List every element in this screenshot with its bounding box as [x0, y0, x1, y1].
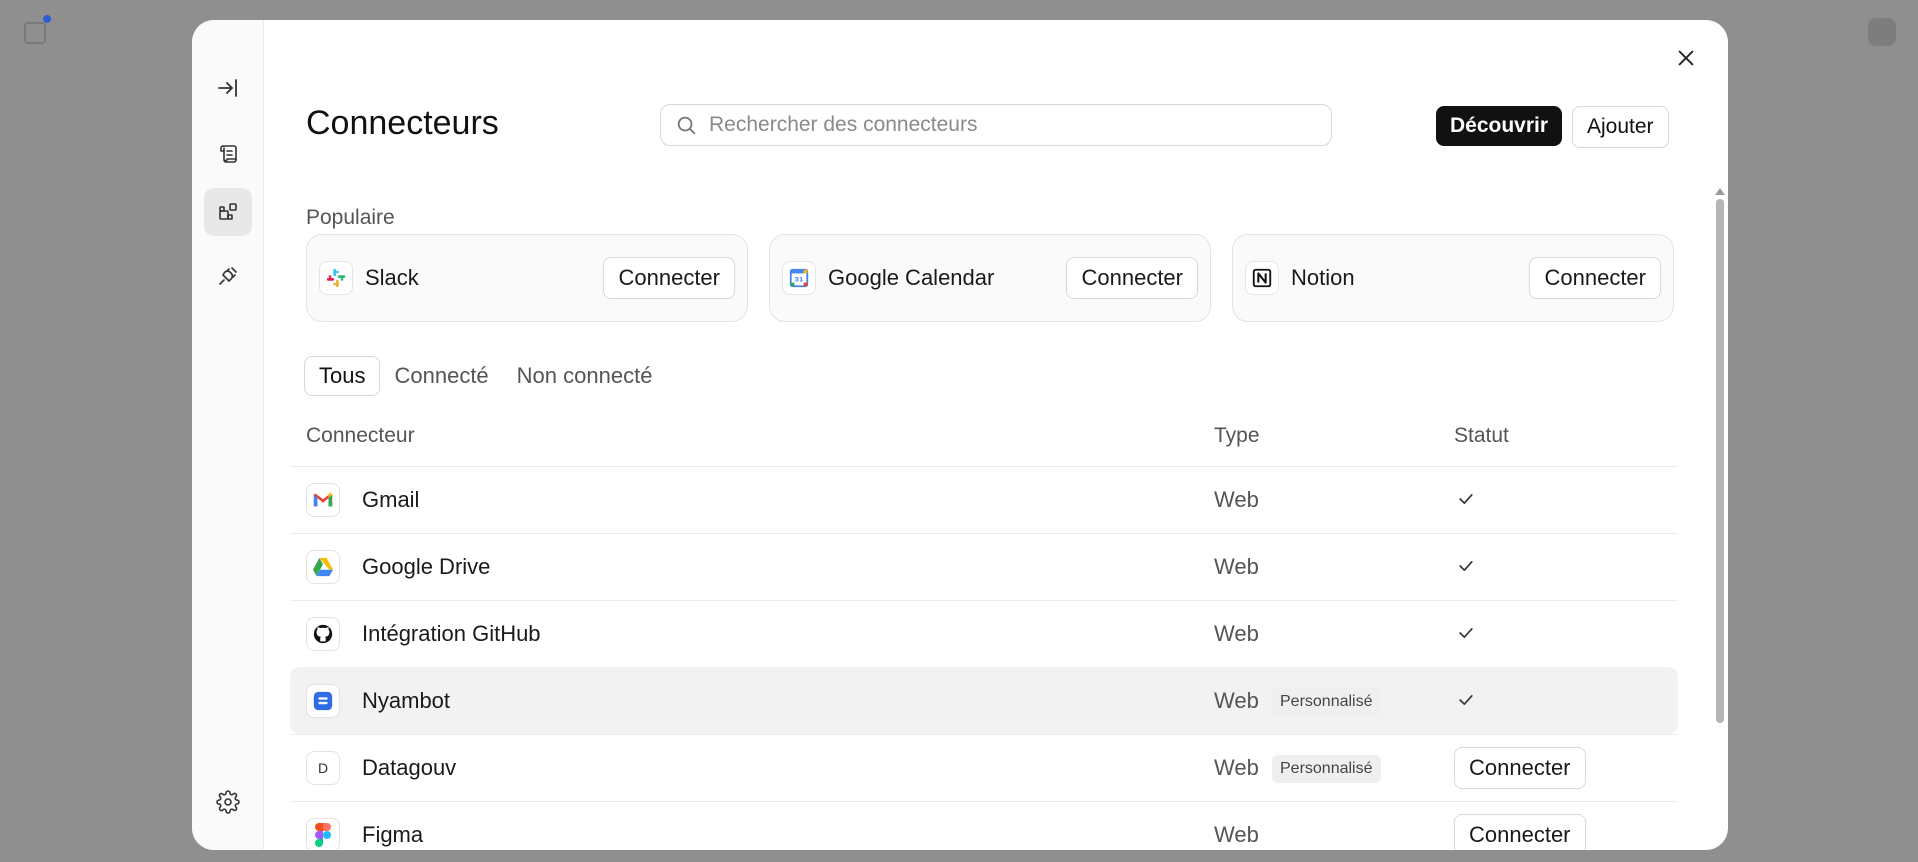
scroll-icon — [220, 145, 237, 163]
background-sidebar-icon — [24, 15, 51, 44]
popular-card-name: Google Calendar — [828, 265, 995, 290]
arrow-right-to-line-icon — [218, 79, 237, 97]
popular-card-notion: Notion Connecter — [1232, 234, 1674, 322]
close-button[interactable] — [1670, 42, 1702, 74]
connect-slack-button[interactable]: Connecter — [603, 257, 735, 299]
notification-dot — [43, 15, 51, 23]
table-row-nyambot[interactable]: Nyambot Web Personnalisé — [290, 667, 1678, 734]
connector-name: Gmail — [362, 487, 420, 512]
blocks-icon — [219, 203, 237, 220]
background-avatar — [1868, 18, 1896, 46]
connector-type: Web — [1214, 822, 1259, 847]
connector-type: Web — [1214, 755, 1259, 780]
gear-icon — [216, 790, 240, 814]
filter-tabs: Tous Connecté Non connecté — [304, 356, 666, 396]
dialog-content: Connecteurs Découvrir Ajouter Populaire … — [264, 20, 1728, 850]
column-header-status: Statut — [1454, 424, 1509, 447]
github-logo-icon — [306, 617, 340, 651]
connector-type: Web — [1214, 554, 1259, 579]
connector-name: Nyambot — [362, 688, 451, 713]
connector-name: Google Drive — [362, 554, 491, 579]
connectors-nav-button[interactable] — [204, 188, 252, 236]
add-button[interactable]: Ajouter — [1572, 106, 1669, 148]
connect-figma-button[interactable]: Connecter — [1454, 814, 1586, 850]
google-calendar-logo-icon: 31 — [782, 261, 816, 295]
google-drive-logo-icon — [306, 550, 340, 584]
popular-card-slack: Slack Connecter — [306, 234, 748, 322]
settings-button[interactable] — [204, 778, 252, 826]
connector-name: Figma — [362, 822, 424, 847]
popular-card-name: Notion — [1291, 265, 1355, 290]
discover-button[interactable]: Découvrir — [1436, 106, 1563, 146]
letter-d-icon: D — [306, 751, 340, 785]
nyambot-logo-icon — [306, 684, 340, 718]
dialog-side-rail — [192, 20, 264, 850]
popular-card-name: Slack — [365, 265, 419, 290]
connect-datagouv-button[interactable]: Connecter — [1454, 747, 1586, 789]
column-header-type: Type — [1214, 424, 1260, 447]
collapse-panel-button[interactable] — [204, 64, 252, 112]
popular-card-google-calendar: 31 Google Calendar Connecter — [769, 234, 1211, 322]
figma-logo-icon — [306, 818, 340, 850]
connect-notion-button[interactable]: Connecter — [1529, 257, 1661, 299]
gmail-logo-icon — [306, 483, 340, 517]
popular-cards: Slack Connecter 31 Google Calendar Conne… — [306, 234, 1674, 322]
connector-type: Web — [1214, 621, 1259, 646]
close-icon — [1678, 50, 1694, 66]
scrollbar[interactable] — [1715, 188, 1725, 748]
connector-type: Web — [1214, 688, 1259, 713]
check-icon — [1459, 561, 1473, 571]
svg-text:31: 31 — [795, 276, 804, 284]
search-icon — [677, 116, 696, 135]
search-input[interactable] — [709, 113, 1309, 137]
table-header: Connecteur Type Statut — [290, 406, 1678, 466]
connectors-dialog: Connecteurs Découvrir Ajouter Populaire … — [192, 20, 1728, 850]
connector-name: Intégration GitHub — [362, 621, 541, 646]
table-row-gmail[interactable]: Gmail Web — [290, 466, 1678, 533]
connector-name: Datagouv — [362, 755, 457, 780]
check-icon — [1459, 494, 1473, 504]
table-row-figma[interactable]: Figma Web Connecter — [290, 801, 1678, 850]
slack-logo-icon — [319, 261, 353, 295]
popular-section-label: Populaire — [306, 206, 395, 229]
search-box[interactable] — [660, 104, 1332, 146]
connect-google-calendar-button[interactable]: Connecter — [1066, 257, 1198, 299]
table-row-google-drive[interactable]: Google Drive Web — [290, 533, 1678, 600]
custom-badge: Personnalisé — [1272, 755, 1381, 783]
scroll-button[interactable] — [204, 130, 252, 178]
notion-logo-icon — [1245, 261, 1279, 295]
check-icon — [1459, 695, 1473, 705]
table-row-github[interactable]: Intégration GitHub Web — [290, 600, 1678, 667]
column-header-connector: Connecteur — [306, 424, 415, 447]
custom-badge: Personnalisé — [1272, 688, 1381, 716]
tab-not-connected[interactable]: Non connecté — [503, 356, 667, 396]
connector-type: Web — [1214, 487, 1259, 512]
table-row-datagouv[interactable]: D Datagouv Web Personnalisé Connecter — [290, 734, 1678, 801]
page-title: Connecteurs — [306, 104, 499, 142]
scrollbar-thumb[interactable] — [1716, 199, 1724, 723]
tab-all[interactable]: Tous — [304, 356, 381, 396]
scroll-up-arrow[interactable] — [1715, 188, 1725, 195]
plug-icon — [219, 267, 237, 285]
check-icon — [1459, 628, 1473, 638]
connectors-table: Connecteur Type Statut Gmail Web Google … — [290, 406, 1678, 850]
tab-connected[interactable]: Connecté — [380, 356, 502, 396]
plug-button[interactable] — [204, 252, 252, 300]
